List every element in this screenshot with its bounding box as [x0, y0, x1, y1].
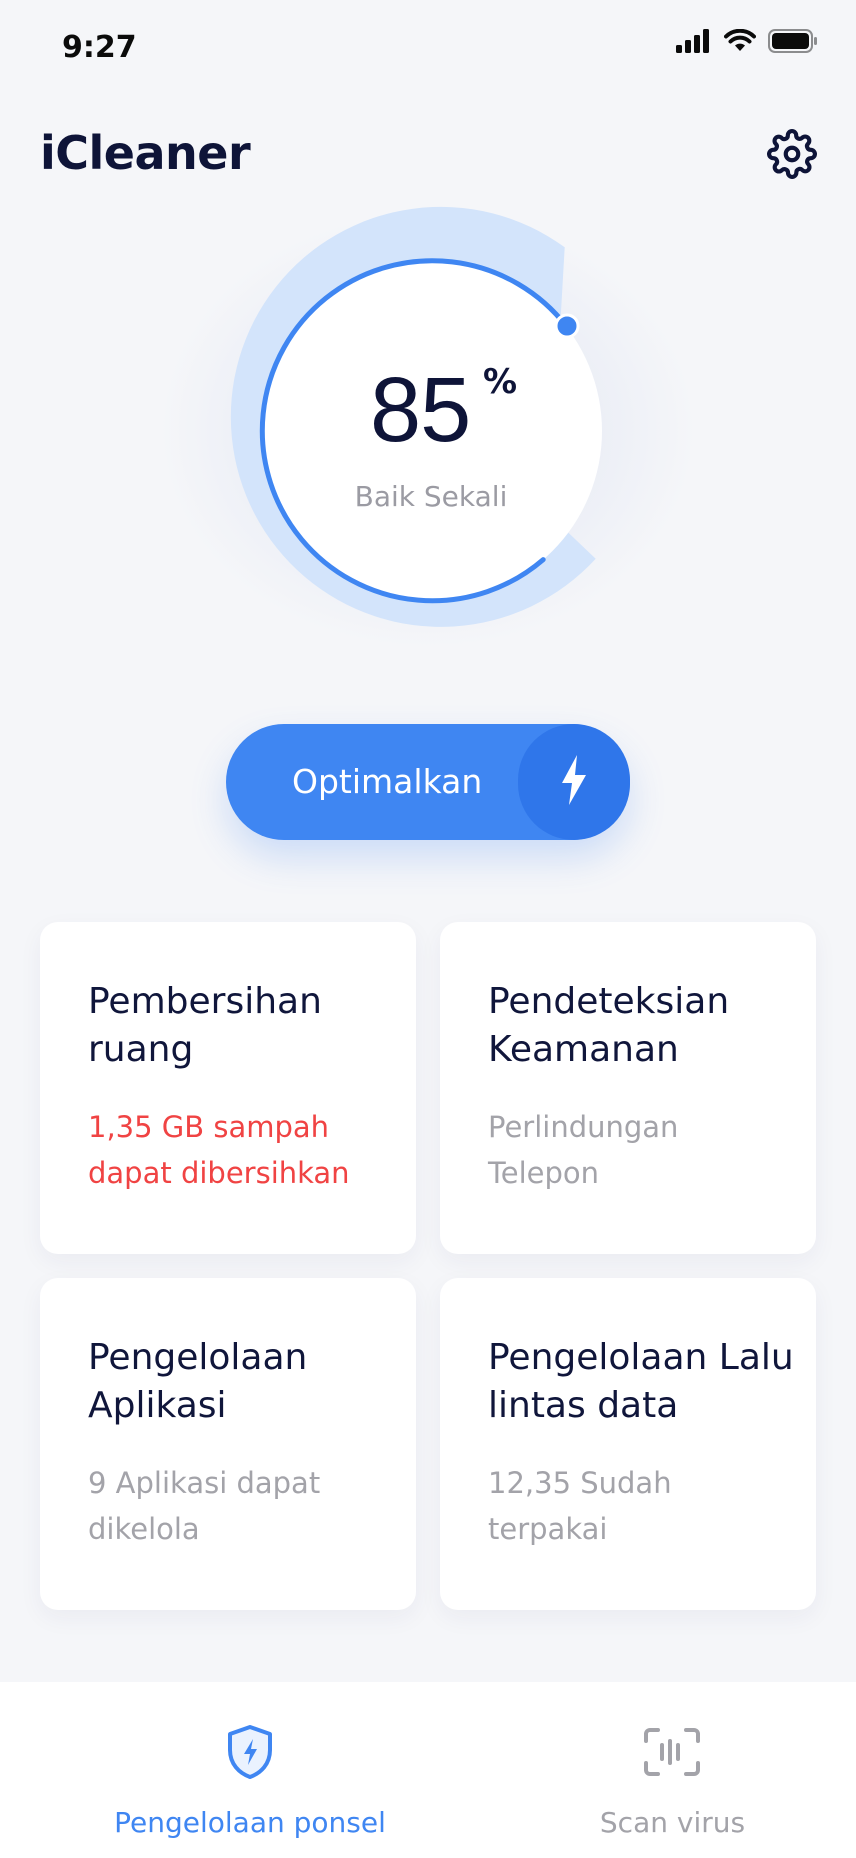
optimize-button[interactable]: Optimalkan: [226, 724, 630, 840]
card-title: Pendeteksian Keamanan: [488, 981, 730, 1070]
card-title: Pengelolaan Aplikasi: [88, 1337, 308, 1426]
bottom-nav: Pengelolaan ponsel Scan virus: [0, 1682, 856, 1858]
status-bar: 9:27: [0, 0, 856, 90]
battery-icon: [768, 29, 818, 57]
lightning-bolt-icon: [560, 755, 588, 809]
gauge-progress-knob: [554, 313, 580, 339]
wifi-icon: [724, 28, 756, 57]
nav-label: Scan virus: [599, 1806, 746, 1839]
optimize-icon-circle: [518, 724, 630, 840]
status-icons: [676, 28, 818, 58]
settings-button[interactable]: [766, 129, 818, 183]
card-subtitle: 1,35 GB sampah dapat dibersihkan: [88, 1110, 350, 1190]
optimize-button-label: Optimalkan: [292, 762, 483, 801]
health-status-label: Baik Sekali: [354, 480, 508, 513]
card-title: Pengelolaan Lalu lintas data: [488, 1337, 794, 1426]
nav-item-phone-management[interactable]: Pengelolaan ponsel: [90, 1682, 410, 1858]
shield-bolt-icon: [220, 1722, 280, 1782]
status-time: 9:27: [62, 30, 137, 65]
app-title: iCleaner: [40, 126, 251, 180]
nav-label: Pengelolaan ponsel: [114, 1806, 386, 1839]
gear-icon: [767, 129, 817, 183]
scan-icon: [642, 1722, 702, 1782]
health-score: 85: [370, 359, 471, 461]
nav-item-virus-scan[interactable]: Scan virus: [540, 1682, 805, 1858]
health-score-unit: %: [483, 362, 518, 402]
card-data-traffic[interactable]: Pengelolaan Lalu lintas data 12,35 Sudah…: [440, 1278, 816, 1610]
health-gauge: 85 % Baik Sekali: [0, 190, 856, 670]
cellular-signal-icon: [676, 29, 712, 57]
card-title: Pembersihan ruang: [88, 981, 322, 1070]
card-subtitle: Perlindungan Telepon: [488, 1110, 679, 1190]
card-subtitle: 12,35 Sudah terpakai: [488, 1466, 672, 1546]
card-security-detection[interactable]: Pendeteksian Keamanan Perlindungan Telep…: [440, 922, 816, 1254]
card-storage-cleanup[interactable]: Pembersihan ruang 1,35 GB sampah dapat d…: [40, 922, 416, 1254]
card-subtitle: 9 Aplikasi dapat dikelola: [88, 1466, 321, 1546]
card-app-management[interactable]: Pengelolaan Aplikasi 9 Aplikasi dapat di…: [40, 1278, 416, 1610]
